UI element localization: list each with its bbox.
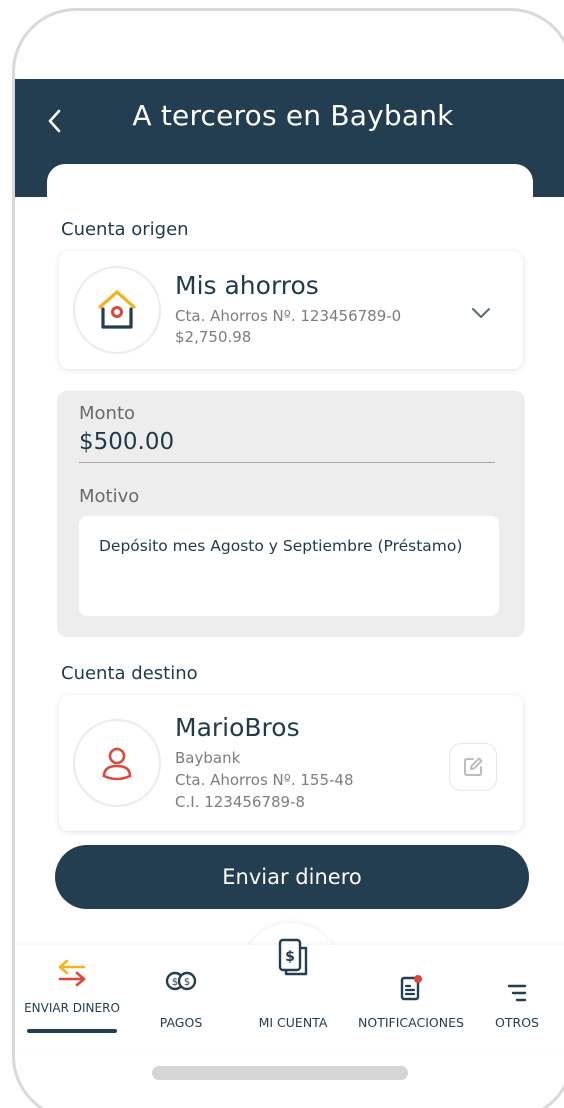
house-icon bbox=[98, 290, 136, 329]
origin-account-card[interactable]: Mis ahorros Cta. Ahorros Nº. 123456789-0… bbox=[59, 251, 523, 369]
reason-textarea[interactable]: Depósito mes Agosto y Septiembre (Présta… bbox=[79, 516, 499, 616]
phone-frame: A terceros en Baybank Cuenta origen Mis … bbox=[12, 8, 564, 1108]
tab-others[interactable]: OTROS bbox=[475, 945, 559, 1045]
origin-account-number: Cta. Ahorros Nº. 123456789-0 bbox=[175, 307, 402, 325]
destination-name: MarioBros bbox=[175, 713, 300, 742]
user-icon bbox=[102, 747, 132, 781]
origin-section-label: Cuenta origen bbox=[61, 219, 189, 240]
page-title: A terceros en Baybank bbox=[132, 99, 454, 132]
amount-input[interactable]: $500.00 bbox=[79, 429, 174, 455]
svg-text:$: $ bbox=[285, 949, 295, 965]
destination-bank: Baybank bbox=[175, 749, 241, 767]
destination-account-card: MarioBros Baybank Cta. Ahorros Nº. 155-4… bbox=[59, 695, 523, 831]
tab-others-label: OTROS bbox=[495, 1015, 539, 1030]
wallet-icon: $ bbox=[273, 935, 313, 979]
origin-account-balance: $2,750.98 bbox=[175, 328, 252, 346]
home-indicator[interactable] bbox=[152, 1066, 408, 1080]
reason-label: Motivo bbox=[79, 486, 140, 507]
origin-avatar bbox=[73, 266, 161, 354]
notifications-icon bbox=[396, 973, 426, 1003]
destination-avatar bbox=[73, 719, 161, 807]
amount-underline bbox=[79, 462, 495, 463]
tab-notifications[interactable]: NOTIFICACIONES bbox=[349, 945, 473, 1045]
tab-send-money-label: ENVIAR DINERO bbox=[24, 1001, 120, 1015]
tab-payments-label: PAGOS bbox=[159, 1015, 203, 1030]
tab-my-account-label: MI CUENTA bbox=[258, 1015, 328, 1030]
destination-id: C.I. 123456789-8 bbox=[175, 793, 306, 811]
svg-text:$: $ bbox=[184, 977, 190, 988]
edit-icon bbox=[464, 757, 483, 776]
chevron-down-icon[interactable] bbox=[469, 301, 493, 325]
amount-reason-panel: Monto $500.00 Motivo Depósito mes Agosto… bbox=[57, 391, 525, 637]
destination-section-label: Cuenta destino bbox=[61, 663, 198, 684]
tab-notifications-label: NOTIFICACIONES bbox=[358, 1015, 464, 1030]
active-tab-indicator bbox=[27, 1029, 117, 1033]
edit-destination-button[interactable] bbox=[449, 743, 497, 791]
svg-text:$: $ bbox=[172, 977, 178, 988]
menu-icon bbox=[499, 975, 535, 1011]
tab-my-account[interactable]: $ MI CUENTA bbox=[243, 938, 343, 1045]
transfer-icon bbox=[54, 955, 90, 991]
tab-payments[interactable]: $ $ PAGOS bbox=[129, 945, 233, 1045]
amount-label: Monto bbox=[79, 403, 136, 424]
send-money-button[interactable]: Enviar dinero bbox=[55, 845, 529, 909]
origin-account-name: Mis ahorros bbox=[175, 271, 319, 300]
content-sheet bbox=[47, 164, 533, 224]
tab-send-money[interactable]: ENVIAR DINERO bbox=[15, 945, 129, 1045]
bottom-tab-bar: ENVIAR DINERO $ $ PAGOS $ MI CUENTA NOTI… bbox=[15, 938, 564, 1055]
destination-account-number: Cta. Ahorros Nº. 155-48 bbox=[175, 771, 354, 789]
coins-icon: $ $ bbox=[163, 963, 199, 999]
